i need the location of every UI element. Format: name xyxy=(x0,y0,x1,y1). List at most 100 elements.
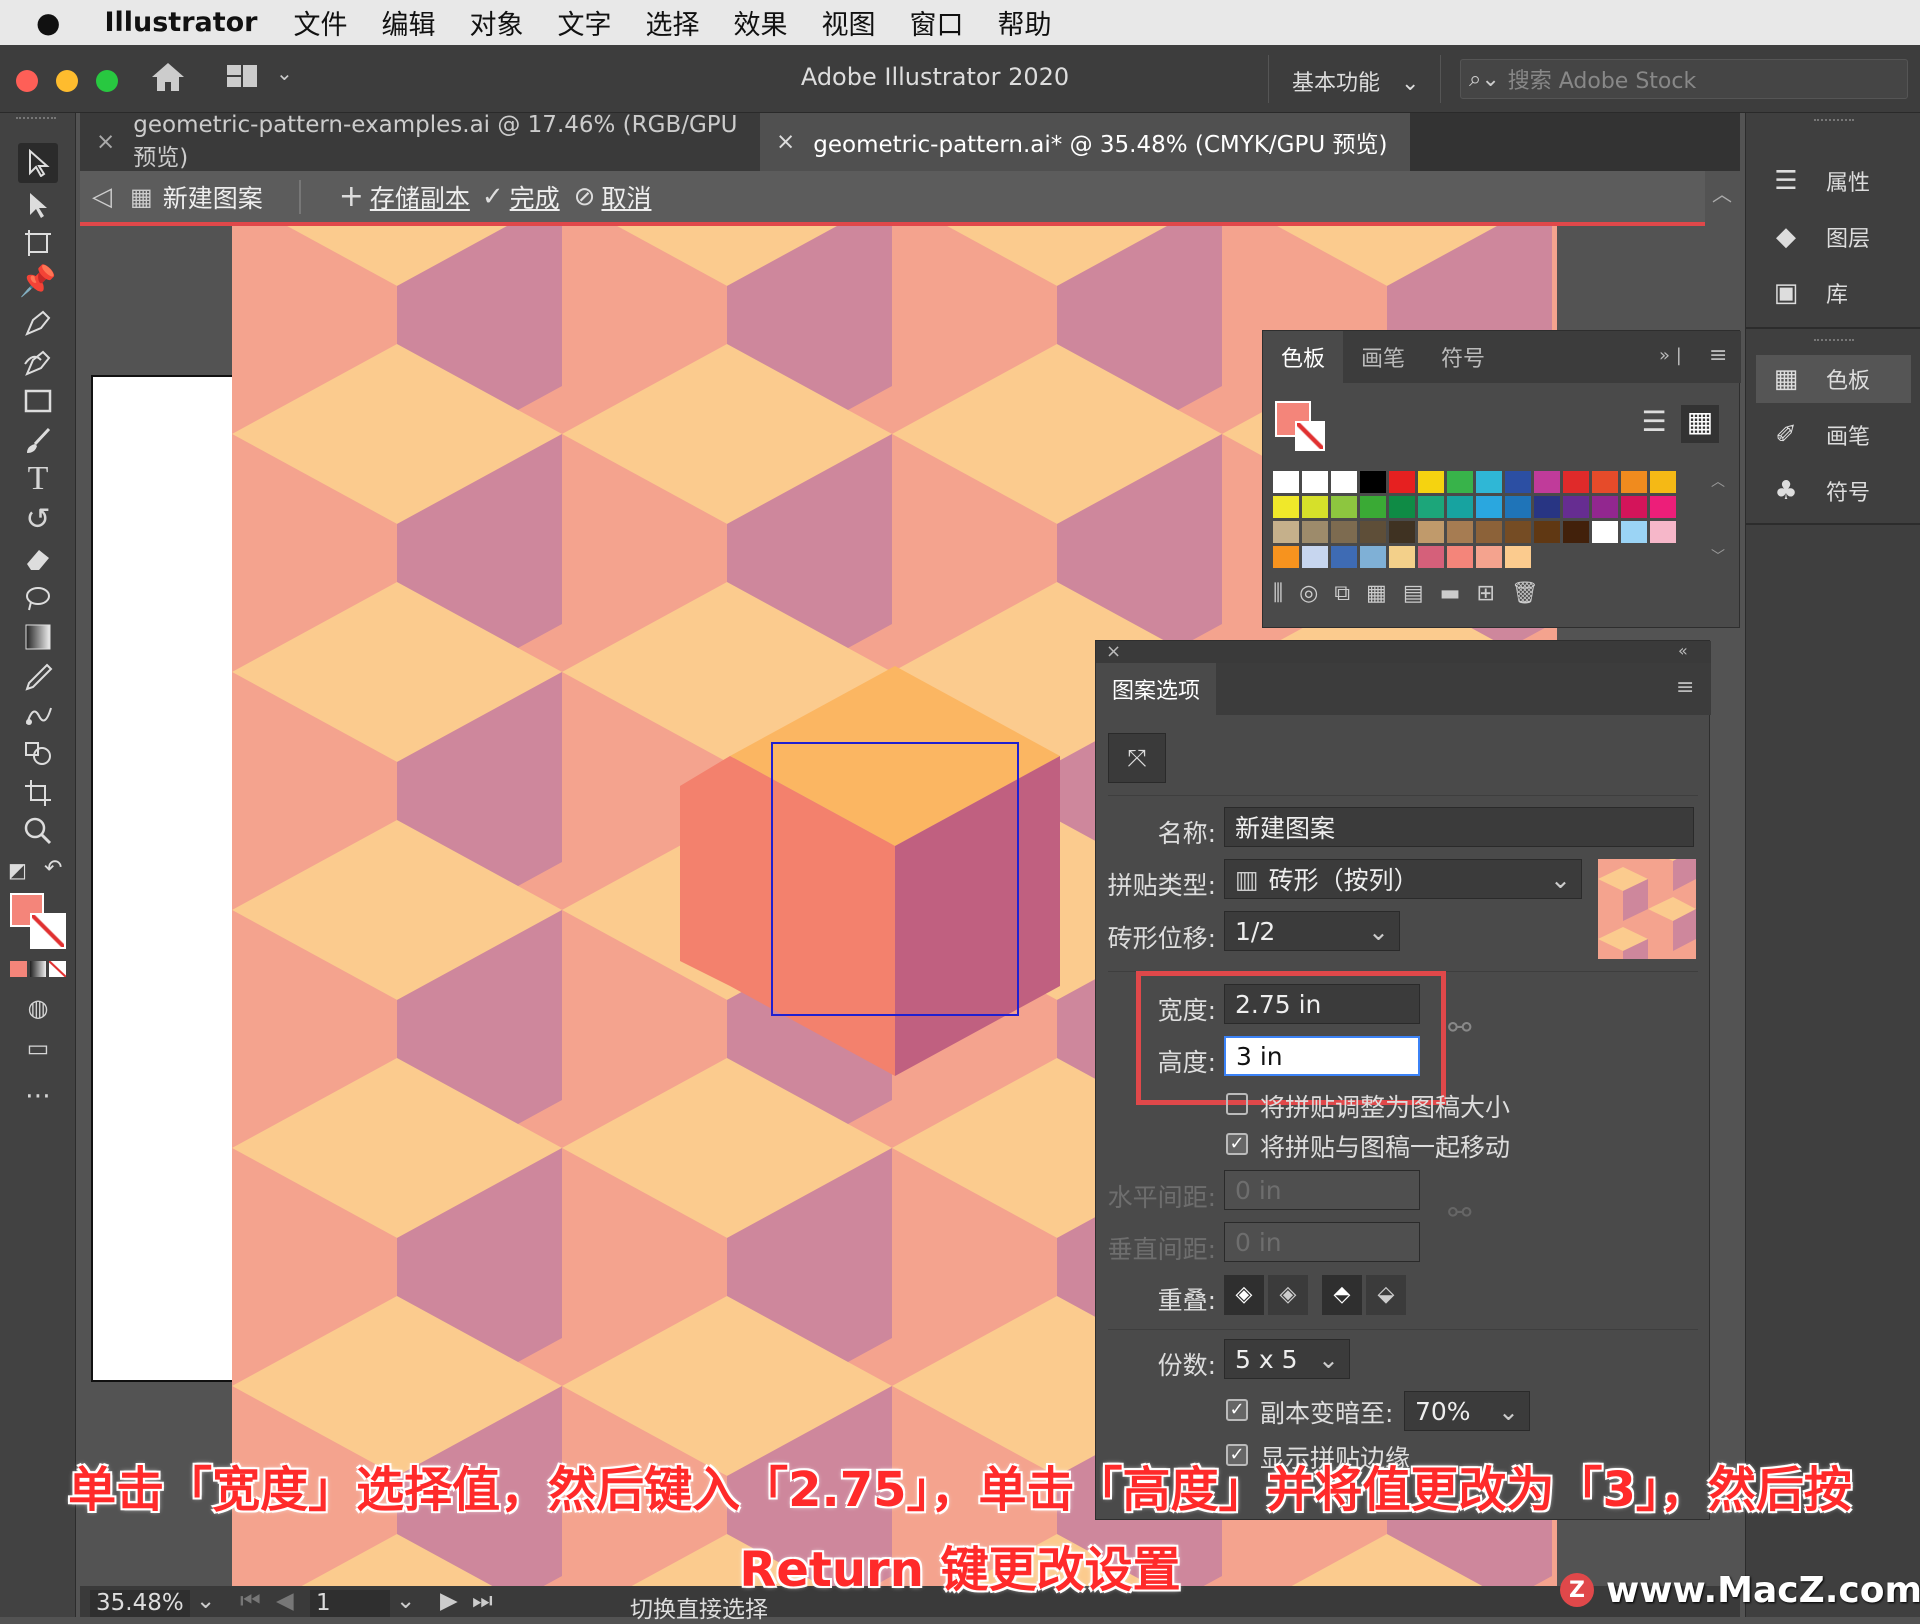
rotate-tool-icon[interactable]: ↺ xyxy=(18,499,58,539)
save-copy-button[interactable]: 存储副本 xyxy=(370,179,470,215)
overlap-left-in-front-icon[interactable]: ◈ xyxy=(1224,1275,1264,1315)
menu-help[interactable]: 帮助 xyxy=(998,3,1052,42)
color-swatch[interactable] xyxy=(1273,521,1299,543)
color-swatch[interactable] xyxy=(1418,546,1444,568)
color-swatch[interactable] xyxy=(1476,521,1502,543)
more-tools-icon[interactable]: ⋯ xyxy=(18,1076,58,1116)
home-icon[interactable] xyxy=(148,57,188,97)
overlap-bottom-in-front-icon[interactable]: ⬙ xyxy=(1366,1275,1406,1315)
color-swatch[interactable] xyxy=(1650,521,1676,543)
color-swatch[interactable] xyxy=(1302,521,1328,543)
menu-type[interactable]: 文字 xyxy=(558,3,612,42)
dock-brushes[interactable]: ✐ 画笔 xyxy=(1746,411,1920,459)
tab-geometric-pattern[interactable]: × geometric-pattern.ai* @ 35.48% (CMYK/G… xyxy=(760,113,1410,171)
zoom-tool-icon[interactable] xyxy=(18,811,58,851)
workspace-switcher[interactable]: 基本功能 ⌄ xyxy=(1292,65,1419,97)
swatch-options-icon[interactable]: ⧉ xyxy=(1334,581,1350,617)
default-colors-icon[interactable]: ↶ xyxy=(44,856,62,881)
color-swatch[interactable] xyxy=(1418,521,1444,543)
stock-search-input[interactable]: ⌕⌄ 搜索 Adobe Stock xyxy=(1460,59,1908,99)
new-group-folder-icon[interactable]: ▬ xyxy=(1440,581,1461,617)
width-field[interactable]: 2.75 in xyxy=(1224,984,1420,1024)
fit-tile-checkbox[interactable] xyxy=(1226,1093,1248,1115)
expand-icon[interactable]: » | xyxy=(1659,345,1682,366)
color-swatch[interactable] xyxy=(1621,496,1647,518)
color-swatch[interactable] xyxy=(1592,521,1618,543)
dock-properties[interactable]: ☰ 属性 xyxy=(1746,157,1920,205)
tab-symbols[interactable]: 符号 xyxy=(1423,331,1503,383)
chevron-down-icon[interactable]: ⌄ xyxy=(276,61,293,85)
color-swatch[interactable] xyxy=(1360,521,1386,543)
color-swatch[interactable] xyxy=(1447,496,1473,518)
color-swatch[interactable] xyxy=(1563,471,1589,493)
swap-colors-icon[interactable]: ◩ xyxy=(8,858,27,882)
close-window-button[interactable] xyxy=(16,70,38,92)
new-swatch-icon[interactable]: ⊞ xyxy=(1476,581,1494,617)
color-swatch[interactable] xyxy=(1505,521,1531,543)
overlap-top-in-front-icon[interactable]: ⬘ xyxy=(1322,1275,1362,1315)
cancel-button[interactable]: 取消 xyxy=(601,179,651,215)
color-swatch[interactable] xyxy=(1302,546,1328,568)
pin-tool-icon[interactable]: 📌 xyxy=(18,261,58,301)
crop-tool-icon[interactable] xyxy=(18,773,58,813)
swatch-scroll-down-icon[interactable]: ﹀ xyxy=(1711,546,1725,566)
color-swatch[interactable] xyxy=(1389,546,1415,568)
overlap-right-in-front-icon[interactable]: ◈ xyxy=(1268,1275,1308,1315)
pattern-options-title[interactable]: 图案选项 xyxy=(1096,663,1216,715)
color-swatch[interactable] xyxy=(1592,496,1618,518)
dock-swatches[interactable]: ▦ 色板 xyxy=(1756,355,1911,403)
gradient-tool-icon[interactable] xyxy=(18,617,58,657)
direct-selection-tool-icon[interactable] xyxy=(18,185,58,225)
tab-geometric-pattern-examples[interactable]: × geometric-pattern-examples.ai @ 17.46%… xyxy=(80,112,760,171)
height-field[interactable]: 3 in xyxy=(1224,1036,1420,1076)
color-swatch[interactable] xyxy=(1273,546,1299,568)
brick-offset-select[interactable]: 1/2 ⌄ xyxy=(1224,911,1400,951)
collapse-icon[interactable]: « xyxy=(1678,641,1688,660)
swatch-list-icon[interactable]: ▤ xyxy=(1403,581,1424,617)
back-arrow-icon[interactable]: ◁ xyxy=(92,182,112,212)
tab-brushes[interactable]: 画笔 xyxy=(1343,331,1423,383)
eraser-tool-icon[interactable] xyxy=(18,539,58,579)
color-swatch[interactable] xyxy=(1476,546,1502,568)
menu-window[interactable]: 窗口 xyxy=(910,3,964,42)
list-view-icon[interactable]: ☰ xyxy=(1635,405,1673,443)
color-swatch[interactable] xyxy=(1360,546,1386,568)
dim-copies-checkbox[interactable]: ✓ xyxy=(1226,1399,1248,1421)
app-menu[interactable]: Illustrator xyxy=(104,7,257,38)
name-field[interactable]: 新建图案 xyxy=(1224,807,1694,847)
artboard-tool-icon[interactable] xyxy=(18,223,58,263)
color-swatch[interactable] xyxy=(1650,496,1676,518)
color-swatch[interactable] xyxy=(1447,471,1473,493)
color-swatch[interactable] xyxy=(1592,471,1618,493)
close-icon[interactable]: × xyxy=(776,129,795,155)
blend-tool-icon[interactable] xyxy=(18,695,58,735)
color-swatch[interactable] xyxy=(1302,471,1328,493)
move-tile-checkbox[interactable]: ✓ xyxy=(1226,1133,1248,1155)
tile-edit-tool-icon[interactable]: ⤧ xyxy=(1108,733,1166,783)
menu-object[interactable]: 对象 xyxy=(470,3,524,42)
dock-libraries[interactable]: ▣ 库 xyxy=(1746,269,1920,317)
apple-icon[interactable]: ● xyxy=(36,6,60,39)
draw-mode-icon[interactable]: ◍ xyxy=(18,988,58,1028)
shape-builder-tool-icon[interactable] xyxy=(18,733,58,773)
swatch-libraries-icon[interactable]: ⫼ xyxy=(1273,581,1283,617)
paintbrush-tool-icon[interactable] xyxy=(18,421,58,461)
color-swatch[interactable] xyxy=(1273,471,1299,493)
close-icon[interactable]: × xyxy=(1106,641,1121,662)
color-swatch[interactable] xyxy=(1534,471,1560,493)
close-icon[interactable]: × xyxy=(96,129,115,155)
color-swatch[interactable] xyxy=(1389,521,1415,543)
color-swatch[interactable] xyxy=(1273,496,1299,518)
color-swatch[interactable] xyxy=(1331,521,1357,543)
screen-mode-icon[interactable]: ▭ xyxy=(18,1028,58,1068)
color-swatch[interactable] xyxy=(1621,471,1647,493)
color-swatch[interactable] xyxy=(1447,546,1473,568)
color-swatch[interactable] xyxy=(1505,496,1531,518)
color-swatch[interactable] xyxy=(1505,471,1531,493)
minimize-window-button[interactable] xyxy=(56,70,78,92)
workspace-layout-icon[interactable] xyxy=(226,63,262,91)
menu-effect[interactable]: 效果 xyxy=(734,3,788,42)
rectangle-tool-icon[interactable] xyxy=(18,381,58,421)
color-swatch[interactable] xyxy=(1418,496,1444,518)
dim-copies-select[interactable]: 70% ⌄ xyxy=(1404,1391,1530,1431)
